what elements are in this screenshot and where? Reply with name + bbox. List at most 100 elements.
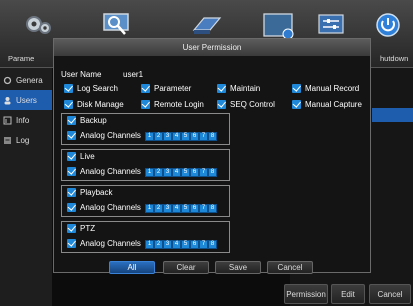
perm-log-search[interactable]: Log Search xyxy=(64,84,118,93)
perm-manual-record[interactable]: Manual Record xyxy=(292,84,359,93)
channel-2-button[interactable]: 2 xyxy=(154,168,163,177)
checkbox[interactable] xyxy=(67,116,76,125)
checkbox[interactable] xyxy=(67,224,76,233)
shutdown-label: hutdown xyxy=(380,54,409,63)
analog-channels-ptz[interactable]: Analog Channels xyxy=(67,239,141,248)
channel-3-button[interactable]: 3 xyxy=(163,168,172,177)
checkbox[interactable] xyxy=(292,84,301,93)
analog-channels-live[interactable]: Analog Channels xyxy=(67,167,141,176)
checkbox[interactable] xyxy=(67,131,76,140)
save-button[interactable]: Save xyxy=(215,261,261,274)
perm-label: Disk Manage xyxy=(77,100,124,109)
system-window-icon[interactable] xyxy=(262,10,294,40)
channel-4-button[interactable]: 4 xyxy=(172,168,181,177)
channel-5-button[interactable]: 5 xyxy=(181,168,190,177)
channel-6-button[interactable]: 6 xyxy=(190,132,199,141)
channel-8-button[interactable]: 8 xyxy=(208,204,217,213)
channel-3-button[interactable]: 3 xyxy=(163,204,172,213)
channel-4-button[interactable]: 4 xyxy=(172,204,181,213)
perm-disk-manage[interactable]: Disk Manage xyxy=(64,100,124,109)
cancel-button-background[interactable]: Cancel xyxy=(369,284,411,304)
channel-buttons: 1 2 3 4 5 6 7 8 xyxy=(145,204,217,213)
channel-6-button[interactable]: 6 xyxy=(190,168,199,177)
channel-1-button[interactable]: 1 xyxy=(145,168,154,177)
group-header-live[interactable]: Live xyxy=(67,152,95,161)
sidebar-item-log[interactable]: Log xyxy=(0,130,52,150)
perm-remote-login[interactable]: Remote Login xyxy=(141,100,204,109)
channel-7-button[interactable]: 7 xyxy=(199,204,208,213)
channel-2-button[interactable]: 2 xyxy=(154,132,163,141)
group-backup: Backup Analog Channels 1 2 3 4 5 6 7 8 xyxy=(61,113,230,145)
clear-button[interactable]: Clear xyxy=(163,261,209,274)
group-header-ptz[interactable]: PTZ xyxy=(67,224,95,233)
channel-6-button[interactable]: 6 xyxy=(190,204,199,213)
channel-8-button[interactable]: 8 xyxy=(208,132,217,141)
perm-seq-control[interactable]: SEQ Control xyxy=(217,100,275,109)
sidebar-item-general[interactable]: Genera xyxy=(0,70,52,90)
perm-parameter[interactable]: Parameter xyxy=(141,84,191,93)
channel-buttons: 1 2 3 4 5 6 7 8 xyxy=(145,168,217,177)
channels-label: Analog Channels xyxy=(80,203,141,212)
checkbox[interactable] xyxy=(217,100,226,109)
channel-4-button[interactable]: 4 xyxy=(172,240,181,249)
channel-3-button[interactable]: 3 xyxy=(163,132,172,141)
info-icon xyxy=(3,116,12,125)
power-icon[interactable] xyxy=(372,10,404,40)
sidebar-item-label: Log xyxy=(16,135,30,145)
checkbox[interactable] xyxy=(64,84,73,93)
cancel-button[interactable]: Cancel xyxy=(267,261,313,274)
channels-label: Analog Channels xyxy=(80,239,141,248)
sidebar-item-info[interactable]: Info xyxy=(0,110,52,130)
channel-2-button[interactable]: 2 xyxy=(154,240,163,249)
permission-button[interactable]: Permission xyxy=(284,284,328,304)
analog-channels-backup[interactable]: Analog Channels xyxy=(67,131,141,140)
perm-maintain[interactable]: Maintain xyxy=(217,84,260,93)
log-icon xyxy=(3,136,12,145)
perm-label: SEQ Control xyxy=(230,100,275,109)
perm-manual-capture[interactable]: Manual Capture xyxy=(292,100,362,109)
all-button[interactable]: All xyxy=(109,261,155,274)
checkbox[interactable] xyxy=(64,100,73,109)
checkbox[interactable] xyxy=(141,84,150,93)
channel-3-button[interactable]: 3 xyxy=(163,240,172,249)
checkbox[interactable] xyxy=(67,188,76,197)
checkbox[interactable] xyxy=(141,100,150,109)
sidebar-item-label: Genera xyxy=(16,75,43,85)
channel-5-button[interactable]: 5 xyxy=(181,240,190,249)
hdd-icon[interactable] xyxy=(190,10,222,40)
sidebar-item-label: Users xyxy=(16,95,37,105)
checkbox[interactable] xyxy=(67,167,76,176)
channel-1-button[interactable]: 1 xyxy=(145,240,154,249)
checkbox[interactable] xyxy=(67,152,76,161)
channel-6-button[interactable]: 6 xyxy=(190,240,199,249)
edit-button[interactable]: Edit xyxy=(331,284,365,304)
checkbox[interactable] xyxy=(67,203,76,212)
checkbox[interactable] xyxy=(292,100,301,109)
gear-icon[interactable] xyxy=(22,10,54,40)
channel-7-button[interactable]: 7 xyxy=(199,132,208,141)
sidebar-item-users[interactable]: Users xyxy=(0,90,52,110)
search-monitor-icon[interactable] xyxy=(100,10,132,40)
channel-2-button[interactable]: 2 xyxy=(154,204,163,213)
group-header-backup[interactable]: Backup xyxy=(67,116,107,125)
perm-label: Log Search xyxy=(77,84,118,93)
channel-7-button[interactable]: 7 xyxy=(199,240,208,249)
selected-user-row[interactable] xyxy=(372,108,413,122)
channel-8-button[interactable]: 8 xyxy=(208,240,217,249)
checkbox[interactable] xyxy=(67,239,76,248)
channel-1-button[interactable]: 1 xyxy=(145,132,154,141)
channel-4-button[interactable]: 4 xyxy=(172,132,181,141)
perm-label: Manual Record xyxy=(305,84,360,93)
channel-8-button[interactable]: 8 xyxy=(208,168,217,177)
sliders-icon[interactable] xyxy=(315,10,347,40)
group-live: Live Analog Channels 1 2 3 4 5 6 7 8 xyxy=(61,149,230,181)
analog-channels-playback[interactable]: Analog Channels xyxy=(67,203,141,212)
checkbox[interactable] xyxy=(217,84,226,93)
channel-1-button[interactable]: 1 xyxy=(145,204,154,213)
channel-5-button[interactable]: 5 xyxy=(181,204,190,213)
perm-label: Parameter xyxy=(154,84,192,93)
group-header-playback[interactable]: Playback xyxy=(67,188,112,197)
channel-buttons: 1 2 3 4 5 6 7 8 xyxy=(145,132,217,141)
channel-7-button[interactable]: 7 xyxy=(199,168,208,177)
channel-5-button[interactable]: 5 xyxy=(181,132,190,141)
